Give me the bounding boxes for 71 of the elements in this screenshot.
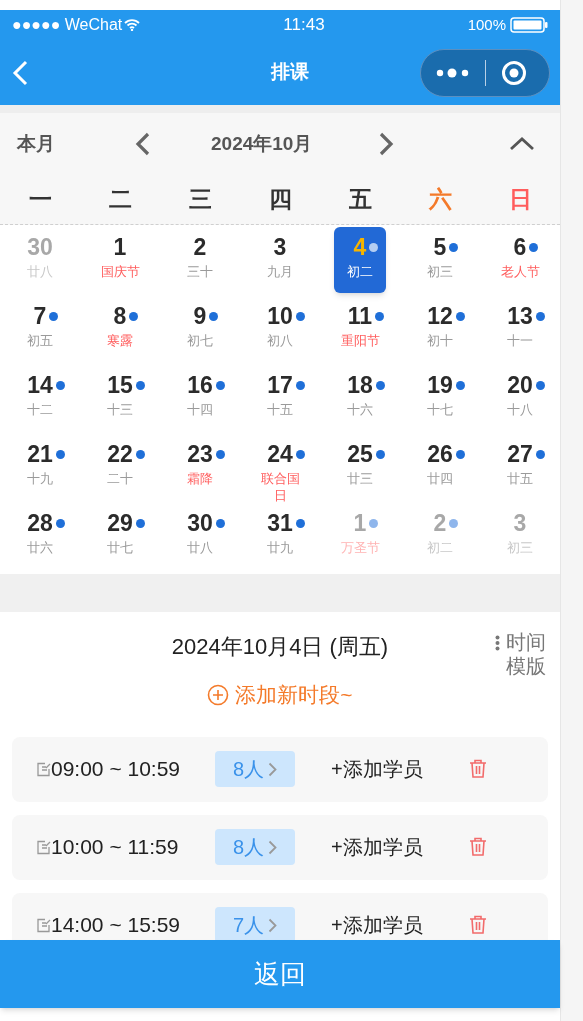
next-month-button[interactable]: [378, 131, 395, 157]
weekday-label: 四: [267, 185, 293, 215]
calendar-day[interactable]: 25 廿三: [334, 434, 386, 500]
more-icon[interactable]: [436, 67, 470, 78]
calendar-day[interactable]: 31 廿九: [254, 503, 306, 569]
calendar-day[interactable]: 11 重阳节: [334, 296, 386, 362]
calendar-day[interactable]: 16 十四: [174, 365, 226, 431]
weekday-label: 日: [507, 185, 533, 215]
calendar-day[interactable]: 4 初二: [334, 227, 386, 293]
battery-icon: [510, 17, 548, 33]
back-icon: [10, 58, 30, 87]
weekday-label: 二: [107, 185, 133, 215]
slot-time: 10:00 ~ 11:59: [51, 834, 180, 861]
calendar-day[interactable]: 7 初五: [14, 296, 66, 362]
slot-time: 14:00 ~ 15:59: [51, 912, 182, 939]
page-title: 排课: [271, 60, 309, 85]
add-student-button[interactable]: +添加学员: [331, 754, 423, 784]
close-icon[interactable]: [501, 59, 527, 86]
edit-icon[interactable]: [36, 917, 51, 933]
calendar-day[interactable]: 27 廿五: [494, 434, 546, 500]
clock-text: 11:43: [283, 14, 325, 37]
calendar-day[interactable]: 19 十七: [414, 365, 466, 431]
calendar-day[interactable]: 5 初三: [414, 227, 466, 293]
calendar-day[interactable]: 10 初八: [254, 296, 306, 362]
more-vertical-icon: [495, 635, 500, 651]
calendar-day[interactable]: 8 寒露: [94, 296, 146, 362]
add-student-button[interactable]: +添加学员: [331, 832, 423, 862]
calendar-day[interactable]: 28 廿六: [14, 503, 66, 569]
previous-month-button[interactable]: [135, 131, 151, 157]
chevron-right-icon: [268, 917, 278, 933]
weekday-label: 六: [427, 185, 453, 215]
calendar-day[interactable]: 14 十二: [14, 365, 66, 431]
chevron-right-icon: [268, 839, 278, 855]
calendar-day[interactable]: 23 霜降: [174, 434, 226, 500]
weekday-label: 一: [27, 185, 53, 215]
plus-circle-icon: [207, 683, 230, 706]
calendar-day[interactable]: 3 九月: [254, 227, 306, 293]
this-month-button[interactable]: 本月: [17, 129, 55, 159]
calendar-day[interactable]: 21 十九: [14, 434, 66, 500]
calendar-day[interactable]: 9 初七: [174, 296, 226, 362]
calendar-day[interactable]: 20 十八: [494, 365, 546, 431]
calendar-day[interactable]: 2 三十: [174, 227, 226, 293]
trash-icon[interactable]: [468, 837, 487, 857]
time-template-button[interactable]: 时间模版: [495, 630, 546, 678]
calendar-day[interactable]: 29 廿七: [94, 503, 146, 569]
battery-text: 100%: [467, 14, 506, 35]
collapse-button[interactable]: [509, 136, 535, 152]
calendar-day[interactable]: 18 十六: [334, 365, 386, 431]
calendar-day[interactable]: 22 二十: [94, 434, 146, 500]
calendar-day[interactable]: 26 廿四: [414, 434, 466, 500]
trash-icon[interactable]: [468, 759, 487, 779]
calendar-day[interactable]: 6 老人节: [494, 227, 546, 293]
capsule-menu[interactable]: [420, 48, 550, 97]
edit-icon[interactable]: [36, 839, 51, 855]
carrier-text: ●●●●● WeChat: [12, 15, 123, 35]
wifi-icon: [124, 19, 141, 31]
calendar-day[interactable]: 30 廿八: [174, 503, 226, 569]
slot-time: 09:00 ~ 10:59: [51, 756, 182, 783]
calendar-day[interactable]: 15 十三: [94, 365, 146, 431]
calendar-day[interactable]: 17 十五: [254, 365, 306, 431]
weekday-label: 三: [187, 185, 213, 215]
edit-icon[interactable]: [36, 761, 51, 777]
selected-date: 2024年10月4日 (周五): [171, 633, 389, 661]
calendar-day[interactable]: 1 国庆节: [94, 227, 146, 293]
weekday-label: 五: [347, 185, 373, 215]
add-student-button[interactable]: +添加学员: [331, 910, 423, 940]
chevron-right-icon: [268, 761, 278, 777]
calendar-day[interactable]: 24 联合国日: [254, 434, 306, 500]
month-title: 2024年10月: [211, 131, 313, 156]
trash-icon[interactable]: [468, 915, 487, 935]
calendar-day[interactable]: 12 初十: [414, 296, 466, 362]
